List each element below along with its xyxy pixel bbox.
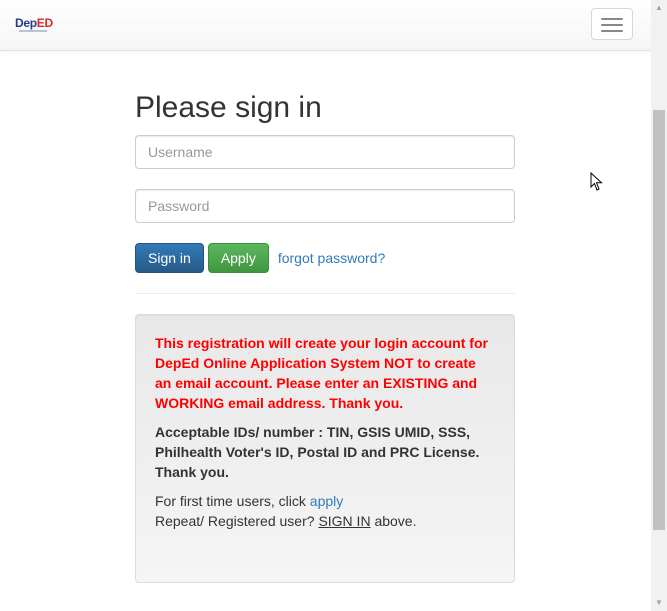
logo-text: DepED xyxy=(15,16,53,30)
vertical-scrollbar[interactable]: ▲ ▼ xyxy=(651,0,667,611)
first-time-text: For first time users, click xyxy=(155,493,306,509)
first-time-note: For first time users, click apply xyxy=(155,491,495,511)
repeat-note: Repeat/ Registered user? SIGN IN above. xyxy=(155,511,495,531)
username-input[interactable] xyxy=(135,135,515,169)
login-container: Please sign in Sign in Apply forgot pass… xyxy=(135,86,515,583)
logo-underline xyxy=(19,30,47,32)
page-title: Please sign in xyxy=(135,91,322,124)
action-row: Sign in Apply forgot password? xyxy=(135,243,515,273)
navbar: DepED xyxy=(0,0,651,51)
repeat-suffix: above. xyxy=(374,513,417,529)
acceptable-ids: Acceptable IDs/ number : TIN, GSIS UMID,… xyxy=(155,424,480,480)
registration-warning: This registration will create your login… xyxy=(155,335,488,411)
scrollbar-thumb[interactable] xyxy=(653,110,665,530)
scroll-up-arrow-icon[interactable]: ▲ xyxy=(651,0,667,16)
sign-in-button[interactable]: Sign in xyxy=(135,243,204,273)
repeat-text: Repeat/ Registered user? xyxy=(155,513,315,529)
sign-in-link[interactable]: SIGN IN xyxy=(318,513,370,529)
password-input[interactable] xyxy=(135,189,515,223)
scroll-down-arrow-icon[interactable]: ▼ xyxy=(651,595,667,611)
menu-toggle-button[interactable] xyxy=(591,8,633,40)
registration-notice: This registration will create your login… xyxy=(135,314,515,583)
deped-logo[interactable]: DepED xyxy=(15,16,55,36)
apply-link[interactable]: apply xyxy=(310,493,343,509)
apply-button[interactable]: Apply xyxy=(207,243,269,273)
mouse-cursor-icon xyxy=(590,172,603,191)
forgot-password-link[interactable]: forgot password? xyxy=(278,250,385,266)
divider xyxy=(135,293,515,294)
